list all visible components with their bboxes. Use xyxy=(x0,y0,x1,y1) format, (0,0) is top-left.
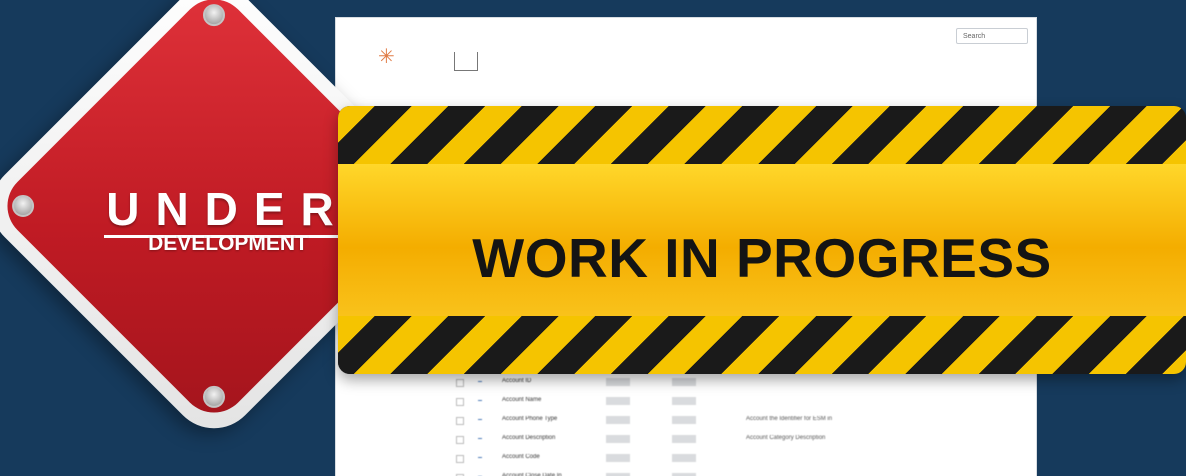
row-value-placeholder xyxy=(606,416,630,424)
hazard-stripes-top xyxy=(338,106,1186,164)
sign-subtitle: DEVELOPMENT xyxy=(148,232,308,255)
row-marker-icon xyxy=(478,457,482,458)
row-value-placeholder xyxy=(606,454,630,462)
row-field-name: Account Name xyxy=(502,397,542,403)
table-row[interactable]: Account Code xyxy=(454,450,1014,469)
row-description: Account the Identifier for ESM in xyxy=(746,416,833,422)
table-row[interactable]: Account Close Date In xyxy=(454,469,1014,476)
row-value-placeholder xyxy=(606,397,630,405)
row-field-name: Account Description xyxy=(502,435,556,441)
row-value-placeholder xyxy=(672,378,696,386)
row-checkbox[interactable] xyxy=(456,379,464,387)
table-row[interactable]: Account Description Account Category Desc… xyxy=(454,431,1014,450)
row-field-name: Account Code xyxy=(502,454,540,460)
row-value-placeholder xyxy=(606,435,630,443)
row-value-placeholder xyxy=(606,378,630,386)
row-marker-icon xyxy=(478,381,482,382)
hazard-stripes-bottom xyxy=(338,316,1186,374)
app-logo-icon: ✳ xyxy=(378,46,395,68)
field-list: Account ID Account Name Account Phone Type… xyxy=(454,374,1014,476)
row-value-placeholder xyxy=(672,416,696,424)
row-checkbox[interactable] xyxy=(456,436,464,444)
table-row[interactable]: Account Phone Type Account the Identifier… xyxy=(454,412,1014,431)
table-row[interactable]: Account Name xyxy=(454,393,1014,412)
row-value-placeholder xyxy=(672,397,696,405)
row-checkbox[interactable] xyxy=(456,455,464,463)
row-value-placeholder xyxy=(672,454,696,462)
row-field-name: Account Phone Type xyxy=(502,416,558,422)
row-checkbox[interactable] xyxy=(456,417,464,425)
row-value-placeholder xyxy=(672,435,696,443)
row-checkbox[interactable] xyxy=(456,398,464,406)
sign-title: UNDER xyxy=(106,183,350,235)
table-icon xyxy=(454,52,478,71)
row-marker-icon xyxy=(478,400,482,401)
table-row[interactable]: Account ID xyxy=(454,374,1014,393)
banner-text: WORK IN PROGRESS xyxy=(472,227,1052,289)
work-in-progress-banner: WORK IN PROGRESS xyxy=(338,106,1186,374)
row-marker-icon xyxy=(478,438,482,439)
search-input[interactable]: Search xyxy=(956,28,1028,44)
row-field-name: Account ID xyxy=(502,378,532,384)
row-marker-icon xyxy=(478,419,482,420)
row-description: Account Category Description xyxy=(746,435,826,441)
